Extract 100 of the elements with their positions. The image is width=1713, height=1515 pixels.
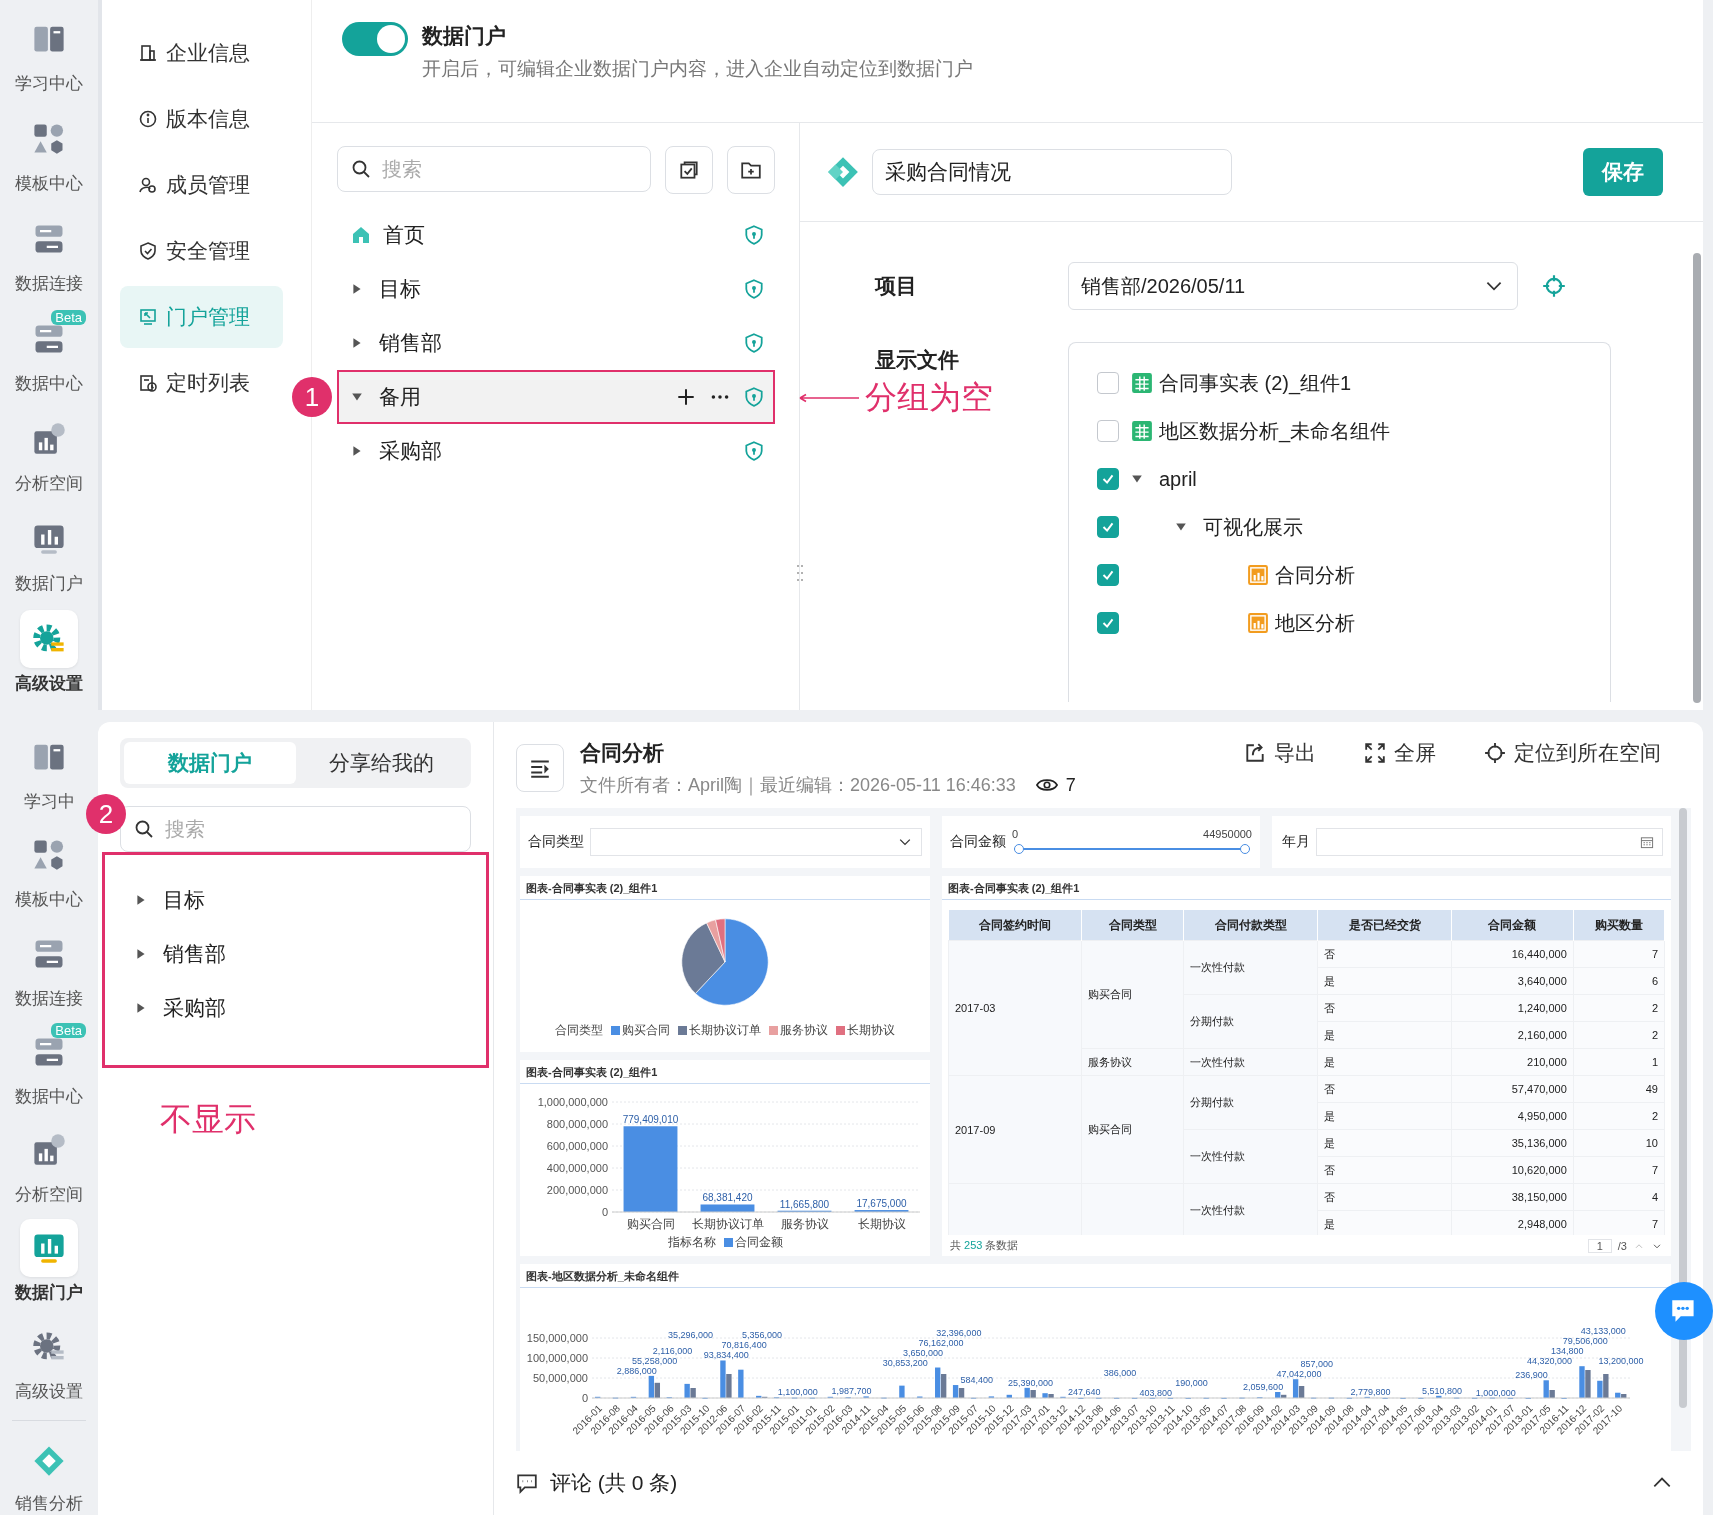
- data-label: 76,162,000: [918, 1337, 964, 1348]
- table-cell: 否: [1317, 940, 1452, 968]
- table-cell: 一次性付款: [1183, 1129, 1318, 1184]
- table-cell: 否: [1317, 1183, 1452, 1211]
- beta-badge: Beta: [51, 310, 86, 325]
- widget-title: 图表-合同事实表 (2)_组件1: [520, 1060, 930, 1084]
- column-header: 合同金额: [1451, 910, 1574, 941]
- data-label: 779,409,010: [622, 1114, 679, 1126]
- table-cell: 7: [1573, 1210, 1665, 1235]
- table-cell: 7: [1573, 1156, 1665, 1184]
- data-label: 1,987,700: [831, 1386, 872, 1397]
- widget-title: 图表-合同事实表 (2)_组件1: [520, 876, 930, 900]
- data-label: 5,356,000: [742, 1329, 783, 1340]
- axis-label: 50,000,000: [532, 1372, 588, 1384]
- data-label: 584,400: [960, 1375, 994, 1386]
- file-name: 可视化展示: [1203, 514, 1303, 540]
- report-title: 合同分析: [580, 740, 665, 766]
- data-label: 30,853,200: [882, 1357, 928, 1368]
- table-cell: 购买合同: [1081, 940, 1184, 1049]
- table-cell: 2017-03: [948, 940, 1082, 1076]
- section-description: 开启后，可编辑企业数据门户内容，进入企业自动定位到数据门户: [422, 57, 973, 81]
- data-label: 2,779,800: [1350, 1386, 1391, 1397]
- data-label: 70,816,400: [721, 1340, 767, 1351]
- table-cell: 一次性付款: [1183, 1183, 1318, 1235]
- file-name: april: [1159, 467, 1197, 491]
- axis-label: 1,000,000,000: [537, 1096, 608, 1108]
- table-cell: 是: [1317, 1048, 1452, 1076]
- axis-label: 100,000,000: [526, 1352, 588, 1364]
- data-label: 403,800: [1139, 1387, 1172, 1398]
- axis-label: 购买合同: [626, 1217, 675, 1231]
- axis-label: 长期协议订单: [691, 1217, 764, 1231]
- column-header: 购买数量: [1573, 910, 1665, 941]
- table-cell: 是: [1317, 1102, 1452, 1130]
- axis-label: 400,000,000: [546, 1162, 608, 1174]
- data-label: 25,390,000: [1007, 1377, 1053, 1388]
- data-label: 79,506,000: [1562, 1336, 1608, 1347]
- report-meta: 文件所有者：April陶｜最近编辑：2026-05-11 16:46:33: [580, 774, 1016, 797]
- table-cell: 4,950,000: [1451, 1102, 1574, 1130]
- data-label: 13,200,000: [1598, 1356, 1644, 1367]
- table-cell: 是: [1317, 1021, 1452, 1049]
- file-name: 地区分析: [1275, 610, 1355, 636]
- column-header: 是否已经交货: [1317, 910, 1452, 941]
- step-badge: 2: [86, 794, 126, 834]
- table-cell: 分期付款: [1183, 994, 1318, 1049]
- table-cell: 210,000: [1451, 1048, 1574, 1076]
- data-label: 11,665,800: [779, 1198, 830, 1210]
- section-title: 数据门户: [422, 23, 507, 49]
- page-total: /3: [1617, 1239, 1627, 1252]
- filter-label: 年月: [1282, 833, 1310, 851]
- data-label: 35,296,000: [667, 1330, 713, 1341]
- legend-item: 购买合同: [611, 1022, 670, 1039]
- table-cell: 服务协议: [1081, 1048, 1184, 1076]
- column-header: 合同类型: [1081, 910, 1184, 941]
- table-cell: 分期付款: [1183, 1075, 1318, 1130]
- data-label: 47,042,000: [1276, 1369, 1322, 1380]
- axis-label: 200,000,000: [546, 1184, 608, 1196]
- data-label: 3,650,000: [903, 1347, 944, 1358]
- table-cell: 49: [1573, 1075, 1665, 1103]
- data-label: 17,675,000: [856, 1198, 907, 1210]
- range-min: 0: [1012, 828, 1019, 840]
- range-max: 44950000: [1203, 828, 1252, 840]
- legend-title: 合同类型: [555, 1022, 603, 1039]
- column-header: 合同签约时间: [948, 910, 1082, 941]
- table-cell: 一次性付款: [1183, 940, 1318, 995]
- data-label: 1,100,000: [777, 1387, 818, 1398]
- legend-title: 指标名称: [667, 1234, 716, 1251]
- data-label: 5,510,800: [1422, 1385, 1463, 1396]
- table-cell: 2: [1573, 1021, 1665, 1049]
- table-cell: 2017-09: [948, 1075, 1082, 1184]
- field-label: 项目: [875, 273, 918, 299]
- data-label: 2,886,000: [616, 1365, 657, 1376]
- table-cell: 10,620,000: [1451, 1156, 1574, 1184]
- comments-title: 评论 (共 0 条): [550, 1470, 678, 1496]
- table-cell: 否: [1317, 1156, 1452, 1184]
- table-cell: 否: [1317, 1075, 1452, 1103]
- data-label: 93,834,400: [703, 1350, 749, 1361]
- table-cell: 6: [1573, 967, 1665, 995]
- legend-item: 长期协议订单: [678, 1022, 761, 1039]
- axis-label: 长期协议: [857, 1217, 906, 1231]
- column-header: 合同付款类型: [1183, 910, 1318, 941]
- table-cell: 7: [1573, 940, 1665, 968]
- data-label: 190,000: [1175, 1377, 1208, 1388]
- table-cell: 是: [1317, 1210, 1452, 1235]
- table-cell: 是: [1317, 1129, 1452, 1157]
- table-cell: 否: [1317, 994, 1452, 1022]
- table-cell: 是: [1317, 967, 1452, 995]
- data-label: 386,000: [1103, 1367, 1137, 1378]
- axis-label: 800,000,000: [546, 1118, 608, 1130]
- data-label: 857,000: [1300, 1359, 1334, 1370]
- table-cell: 3,640,000: [1451, 967, 1574, 995]
- table-cell: 1: [1573, 1048, 1665, 1076]
- data-label: 44,320,000: [1526, 1356, 1572, 1367]
- axis-label: 600,000,000: [546, 1140, 608, 1152]
- data-label: 247,640: [1067, 1386, 1101, 1397]
- data-label: 236,900: [1515, 1370, 1548, 1381]
- table-cell: 10: [1573, 1129, 1665, 1157]
- legend-item: 长期协议: [836, 1022, 895, 1039]
- field-label: 显示文件: [875, 347, 960, 373]
- step-badge: 1: [292, 377, 332, 417]
- widget-title: 图表-合同事实表 (2)_组件1: [942, 876, 1671, 900]
